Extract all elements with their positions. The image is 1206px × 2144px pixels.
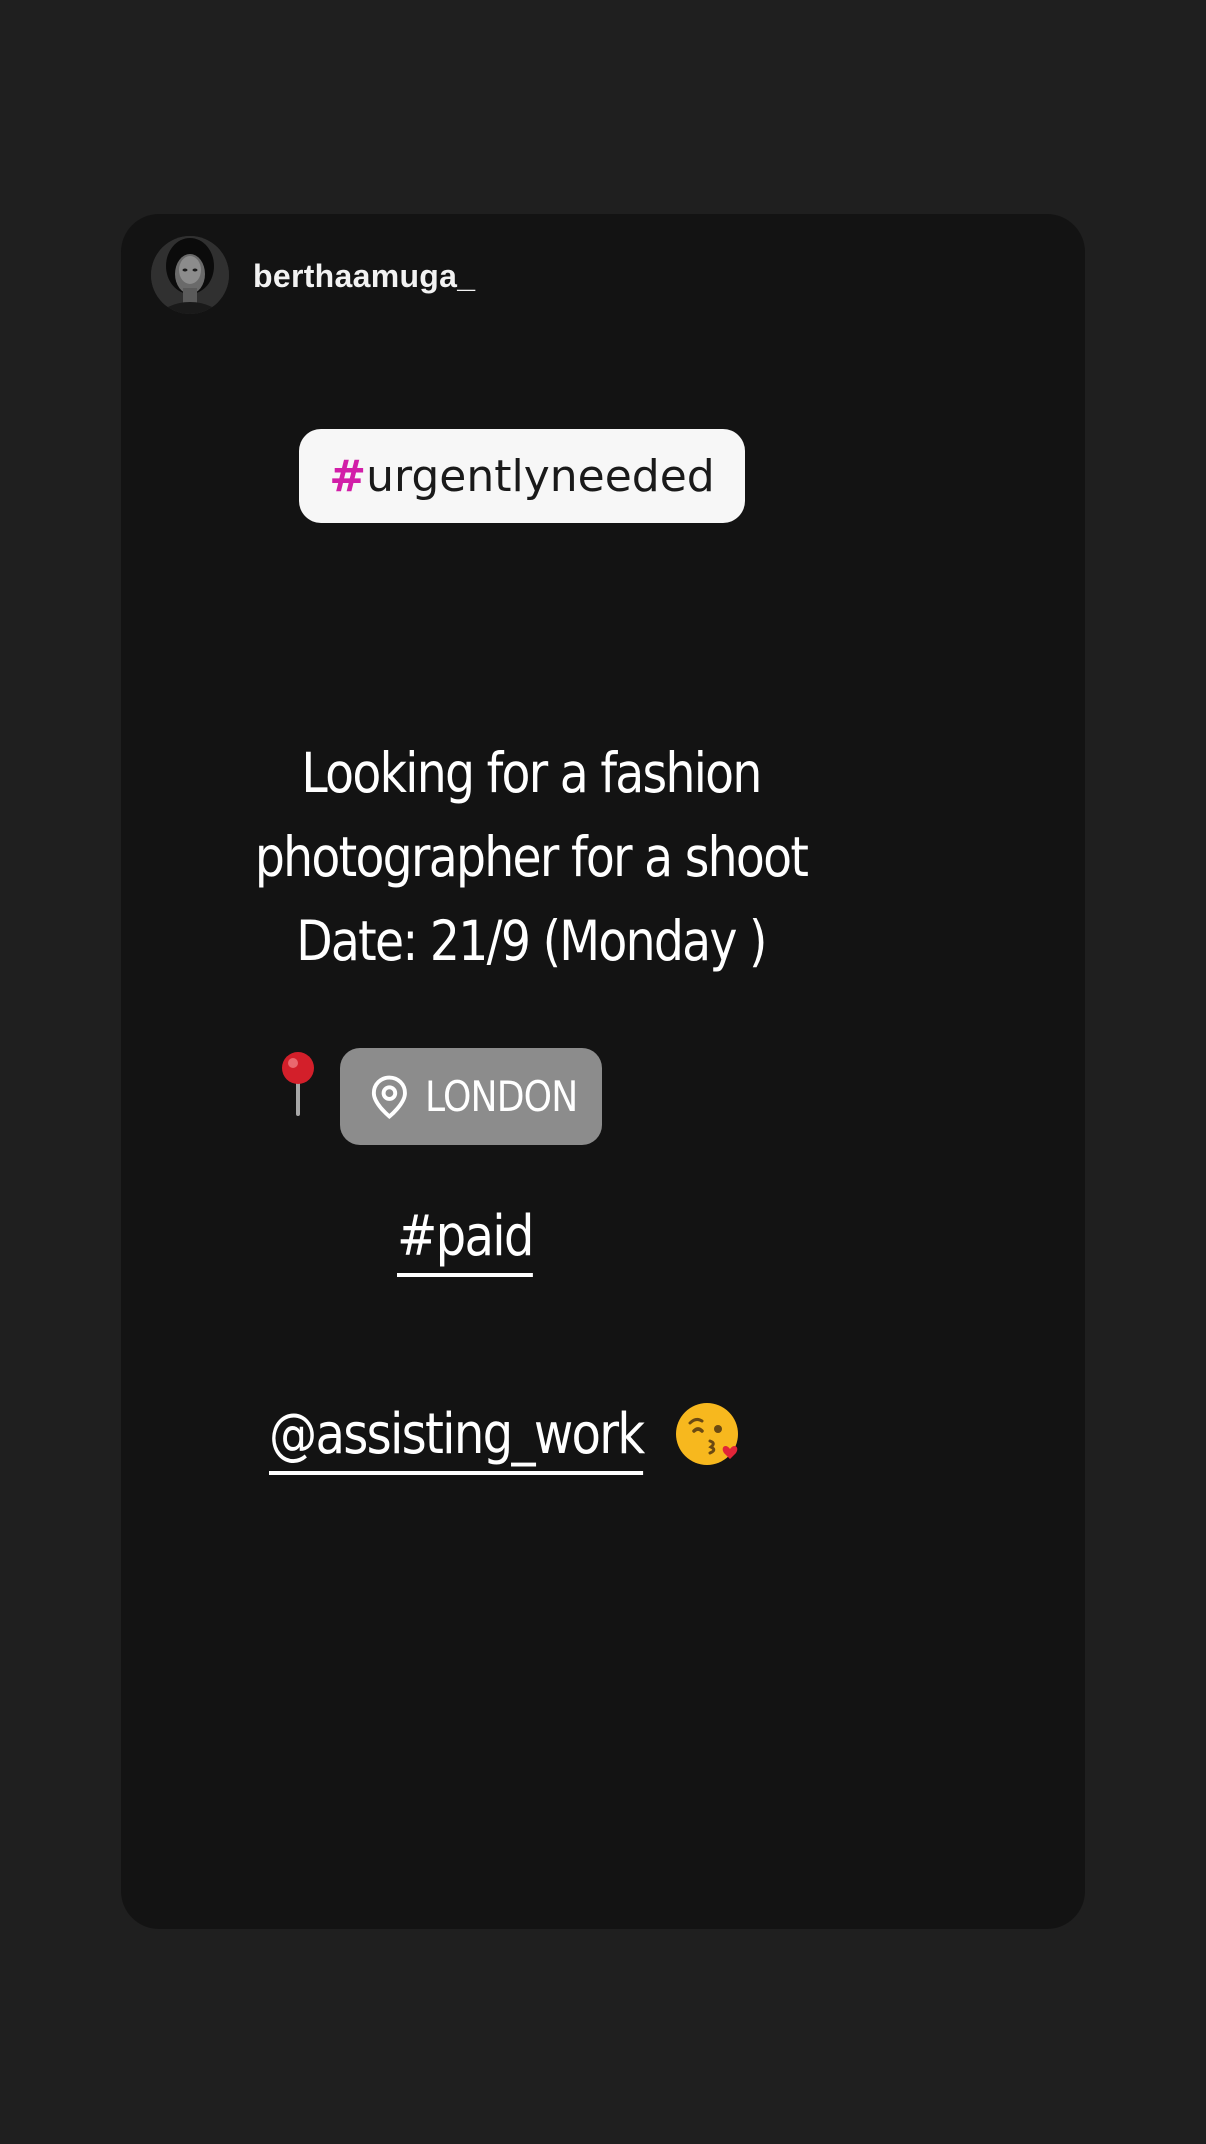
- mention-link[interactable]: @assisting_work: [269, 1402, 645, 1475]
- hashtag-sticker[interactable]: # urgentlyneeded: [299, 429, 745, 523]
- round-pushpin-emoji: [282, 1052, 314, 1116]
- paid-hashtag[interactable]: #paid: [397, 1204, 535, 1277]
- username[interactable]: berthaamuga_: [253, 258, 475, 295]
- avatar[interactable]: [151, 236, 229, 314]
- message-line: Looking for a fashion: [301, 741, 762, 805]
- story-card[interactable]: berthaamuga_ # urgentlyneeded Looking for…: [121, 214, 1085, 1929]
- hashtag-text: urgentlyneeded: [366, 450, 715, 502]
- message-line: Date: 21/9 (Monday ): [296, 909, 767, 973]
- message-line: photographer for a shoot: [254, 825, 809, 889]
- face-blowing-kiss-emoji: [676, 1403, 738, 1465]
- location-sticker[interactable]: LONDON: [340, 1048, 602, 1145]
- story-message: Looking for a fashion photographer for a…: [230, 731, 832, 983]
- location-pin-icon: [371, 1075, 407, 1119]
- hashtag-symbol: #: [329, 450, 367, 502]
- location-label: LONDON: [424, 1072, 578, 1121]
